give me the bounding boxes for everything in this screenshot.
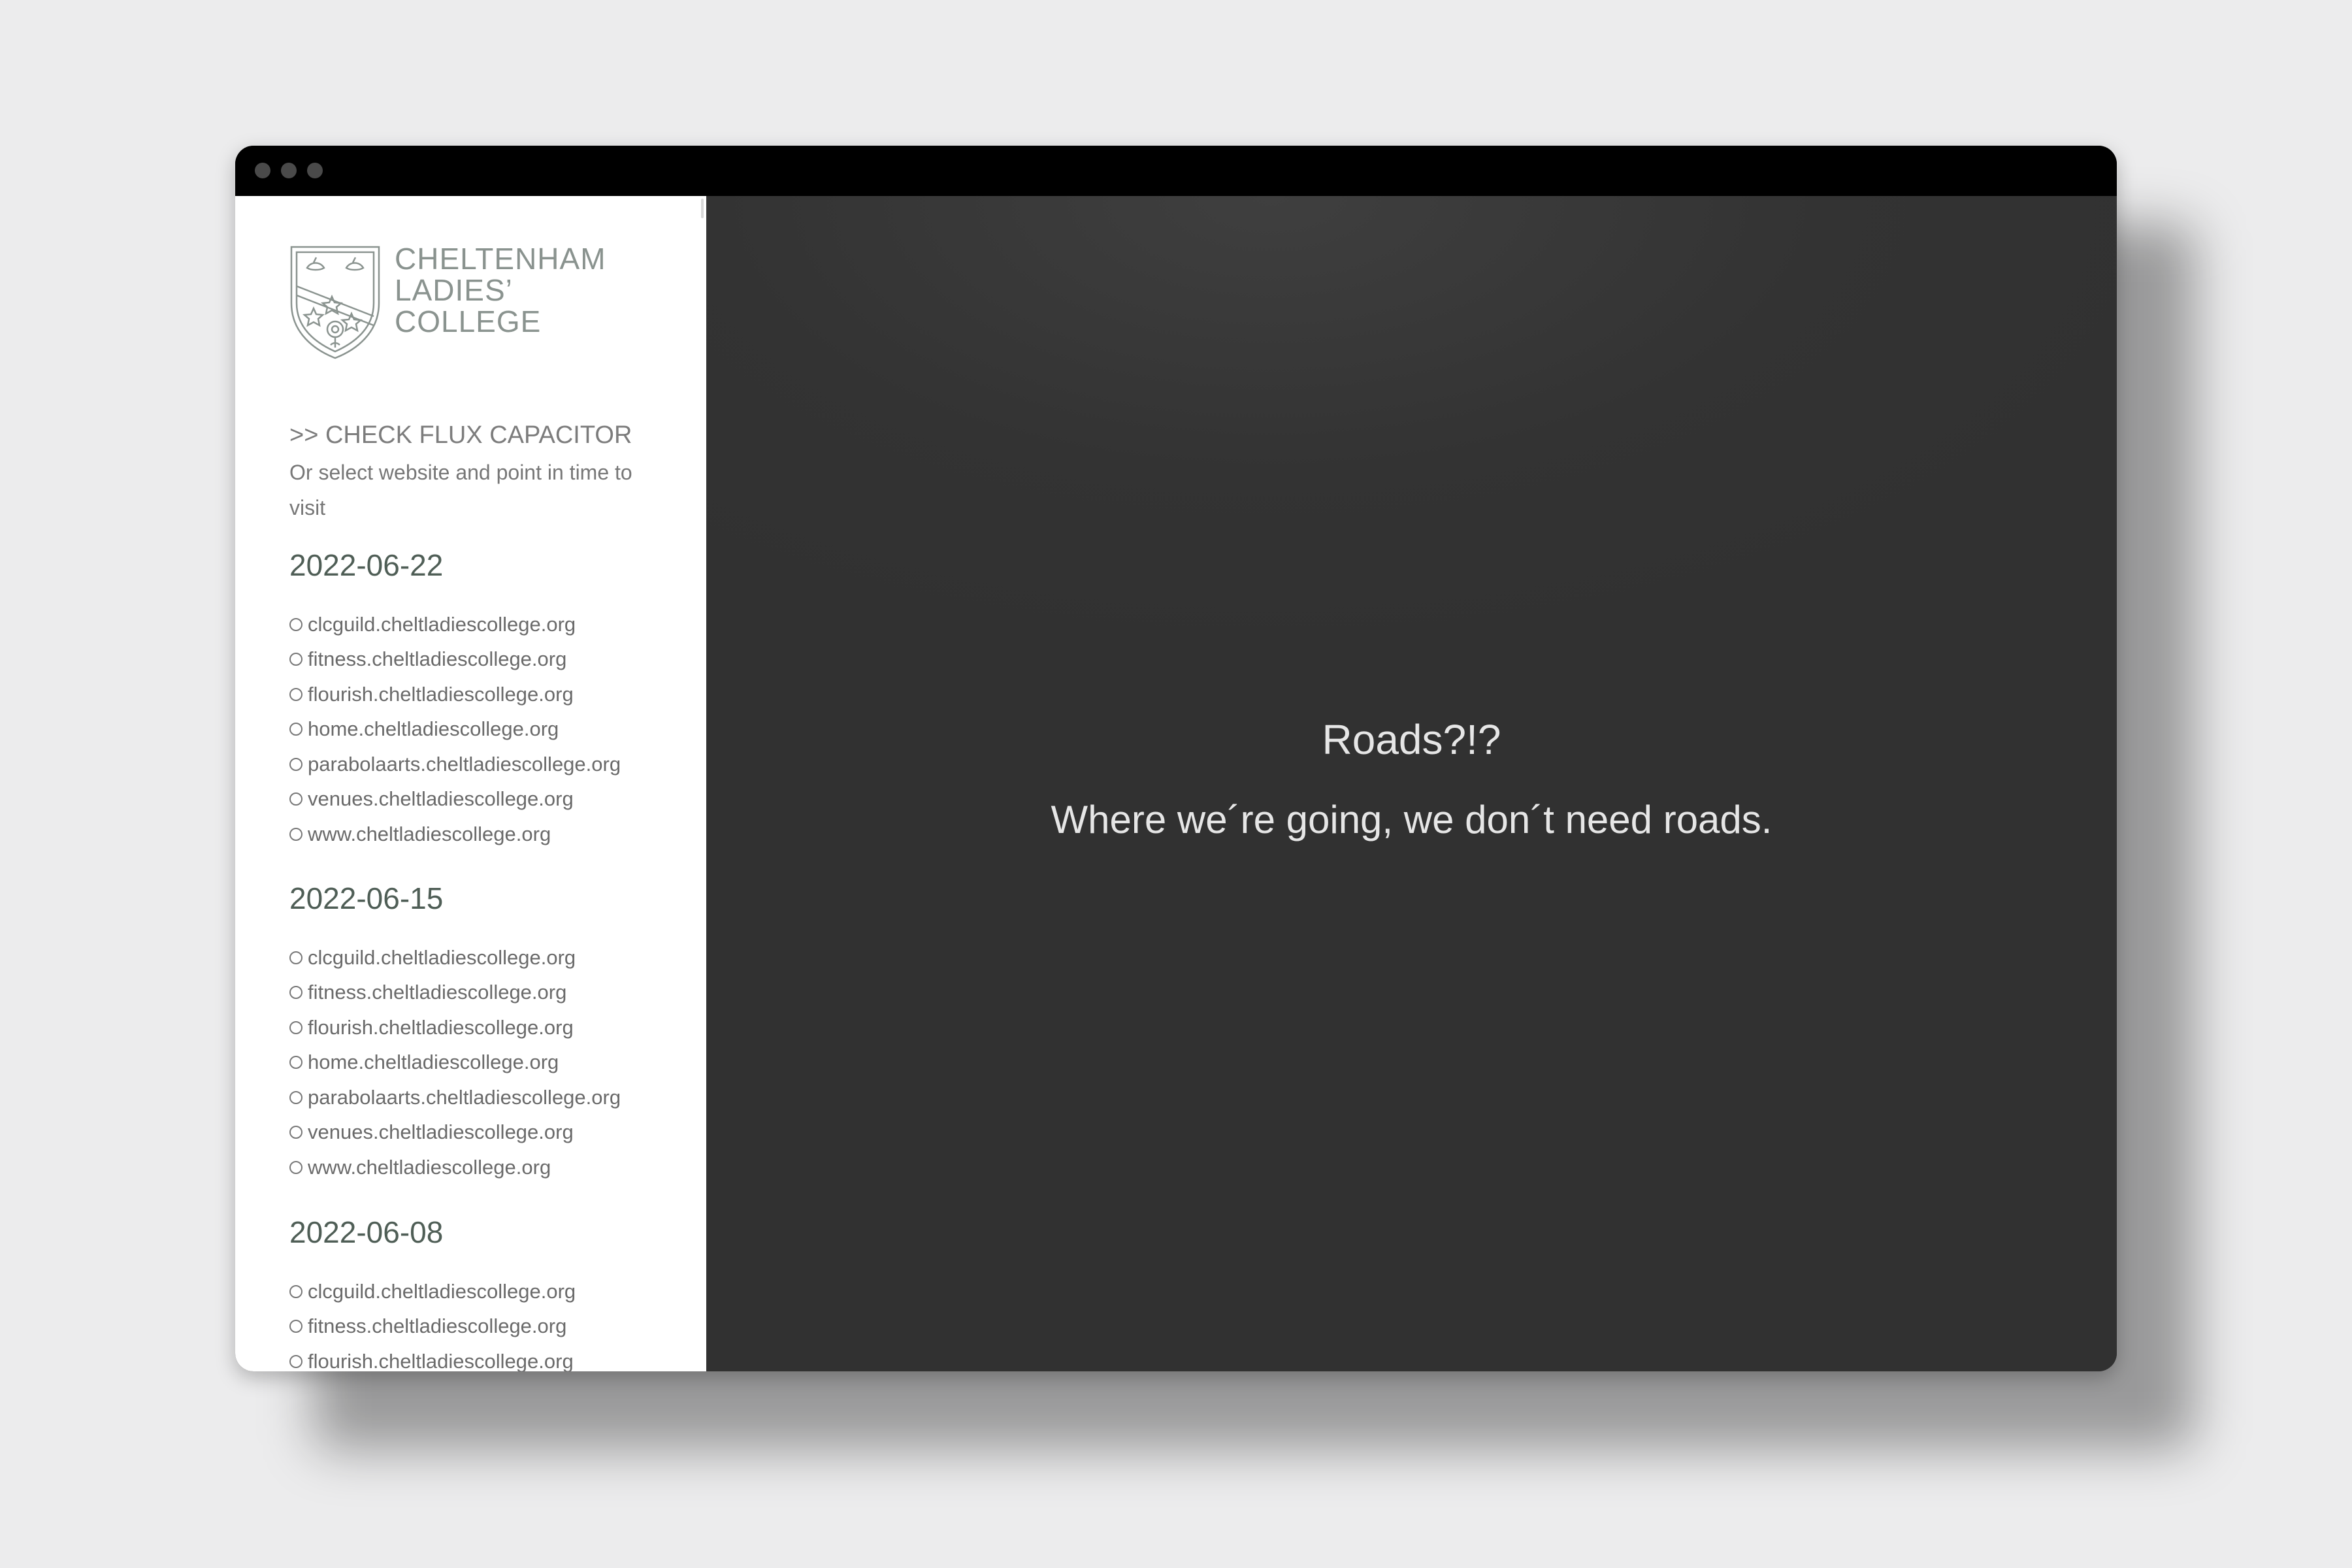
site-option[interactable]: venues.cheltladiescollege.org xyxy=(289,782,681,817)
radio-button[interactable] xyxy=(289,757,302,771)
radio-button[interactable] xyxy=(289,1126,302,1139)
site-option[interactable]: www.cheltladiescollege.org xyxy=(289,817,681,852)
radio-button[interactable] xyxy=(289,827,302,841)
site-label: home.cheltladiescollege.org xyxy=(308,1051,559,1074)
site-label: venues.cheltladiescollege.org xyxy=(308,1120,574,1144)
college-crest-icon xyxy=(290,246,380,359)
window-close-dot[interactable] xyxy=(255,163,270,178)
site-option[interactable]: fitness.cheltladiescollege.org xyxy=(289,642,681,678)
site-option[interactable]: flourish.cheltladiescollege.org xyxy=(289,1344,681,1371)
radio-button[interactable] xyxy=(289,1021,302,1034)
window-titlebar xyxy=(235,146,2117,196)
site-label: flourish.cheltladiescollege.org xyxy=(308,682,574,706)
radio-button[interactable] xyxy=(289,1090,302,1104)
sidebar: CHELTENHAM LADIES’ COLLEGE >> CHECK FLUX… xyxy=(235,196,706,1371)
site-option[interactable]: home.cheltladiescollege.org xyxy=(289,1045,681,1081)
site-label: clcguild.cheltladiescollege.org xyxy=(308,612,576,636)
site-label: www.cheltladiescollege.org xyxy=(308,1155,551,1179)
radio-button[interactable] xyxy=(289,723,302,736)
sidebar-scrollbar[interactable] xyxy=(701,199,704,218)
site-label: www.cheltladiescollege.org xyxy=(308,822,551,845)
site-option[interactable]: venues.cheltladiescollege.org xyxy=(289,1115,681,1151)
radio-button[interactable] xyxy=(289,792,302,806)
date-section: 2022-06-15 clcguild.cheltladiescollege.o… xyxy=(289,880,681,1185)
date-section: 2022-06-22 clcguild.cheltladiescollege.o… xyxy=(289,547,681,852)
window-minimize-dot[interactable] xyxy=(281,163,297,178)
radio-button[interactable] xyxy=(289,617,302,631)
site-label: home.cheltladiescollege.org xyxy=(308,717,559,741)
site-option[interactable]: fitness.cheltladiescollege.org xyxy=(289,975,681,1011)
main-content: Roads?!? Where we´re going, we don´t nee… xyxy=(706,196,2117,1371)
window-maximize-dot[interactable] xyxy=(307,163,323,178)
radio-button[interactable] xyxy=(289,986,302,1000)
college-logo[interactable]: CHELTENHAM LADIES’ COLLEGE xyxy=(287,243,627,361)
site-option[interactable]: clcguild.cheltladiescollege.org xyxy=(289,1274,681,1309)
site-option[interactable]: home.cheltladiescollege.org xyxy=(289,712,681,747)
site-option[interactable]: flourish.cheltladiescollege.org xyxy=(289,1010,681,1045)
site-option[interactable]: www.cheltladiescollege.org xyxy=(289,1150,681,1185)
site-label: fitness.cheltladiescollege.org xyxy=(308,647,567,671)
radio-button[interactable] xyxy=(289,951,302,964)
site-option[interactable]: flourish.cheltladiescollege.org xyxy=(289,677,681,712)
date-heading: 2022-06-22 xyxy=(289,548,444,582)
college-name-line-1: CHELTENHAM xyxy=(395,242,606,276)
radio-button[interactable] xyxy=(289,1284,302,1298)
site-option[interactable]: parabolaarts.cheltladiescollege.org xyxy=(289,747,681,782)
site-label: venues.cheltladiescollege.org xyxy=(308,787,574,811)
site-option[interactable]: parabolaarts.cheltladiescollege.org xyxy=(289,1080,681,1115)
radio-button[interactable] xyxy=(289,687,302,701)
radio-button[interactable] xyxy=(289,1354,302,1368)
radio-button[interactable] xyxy=(289,653,302,666)
headline: Roads?!? xyxy=(1322,716,1501,763)
date-heading: 2022-06-08 xyxy=(289,1215,444,1249)
college-name-line-2: LADIES’ xyxy=(395,273,513,307)
tagline: Where we´re going, we don´t need roads. xyxy=(1051,798,1772,841)
site-label: parabolaarts.cheltladiescollege.org xyxy=(308,752,621,776)
college-name-line-3: COLLEGE xyxy=(395,304,542,338)
radio-button[interactable] xyxy=(289,1320,302,1333)
date-heading: 2022-06-15 xyxy=(289,881,444,915)
radio-button[interactable] xyxy=(289,1160,302,1174)
site-label: clcguild.cheltladiescollege.org xyxy=(308,1279,576,1303)
site-option[interactable]: fitness.cheltladiescollege.org xyxy=(289,1309,681,1345)
site-label: fitness.cheltladiescollege.org xyxy=(308,1315,567,1338)
site-label: flourish.cheltladiescollege.org xyxy=(308,1015,574,1039)
date-section: 2022-06-08 clcguild.cheltladiescollege.o… xyxy=(289,1214,681,1371)
site-label: clcguild.cheltladiescollege.org xyxy=(308,945,576,969)
site-label: fitness.cheltladiescollege.org xyxy=(308,981,567,1004)
radio-button[interactable] xyxy=(289,1056,302,1070)
intro-text: Or select website and point in time to v… xyxy=(289,461,632,519)
site-label: parabolaarts.cheltladiescollege.org xyxy=(308,1085,621,1109)
browser-window: CHELTENHAM LADIES’ COLLEGE >> CHECK FLUX… xyxy=(235,146,2117,1371)
check-flux-capacitor-link[interactable]: >> CHECK FLUX CAPACITOR xyxy=(289,421,632,449)
site-label: flourish.cheltladiescollege.org xyxy=(308,1349,574,1371)
site-option[interactable]: clcguild.cheltladiescollege.org xyxy=(289,607,681,642)
site-option[interactable]: clcguild.cheltladiescollege.org xyxy=(289,940,681,975)
college-name: CHELTENHAM LADIES’ COLLEGE xyxy=(395,243,606,337)
